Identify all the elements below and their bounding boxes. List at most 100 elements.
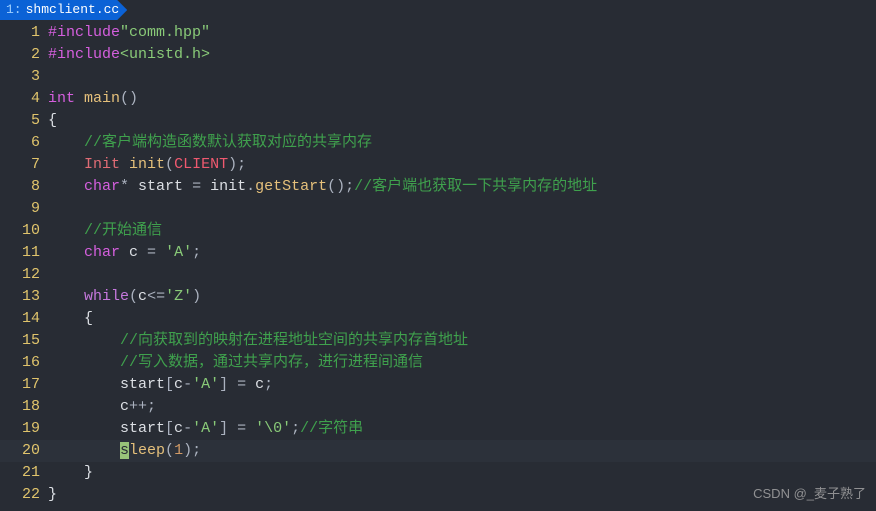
code-line[interactable]: 6 //客户端构造函数默认获取对应的共享内存 <box>0 132 876 154</box>
line-content[interactable]: } <box>48 484 876 506</box>
code-token: - <box>183 420 192 437</box>
line-number: 15 <box>0 330 48 352</box>
code-token: { <box>48 310 93 327</box>
line-content[interactable]: { <box>48 110 876 132</box>
code-token: 1 <box>174 442 183 459</box>
code-line[interactable]: 16 //写入数据，通过共享内存，进行进程间通信 <box>0 352 876 374</box>
line-content[interactable]: c++; <box>48 396 876 418</box>
line-content[interactable]: sleep(1); <box>48 440 876 462</box>
code-token <box>48 288 84 305</box>
line-number: 19 <box>0 418 48 440</box>
code-line[interactable]: 8 char* start = init.getStart();//客户端也获取… <box>0 176 876 198</box>
code-token <box>48 134 84 151</box>
code-token: CLIENT <box>174 156 228 173</box>
code-token: 'A' <box>165 244 192 261</box>
code-token: ] = <box>219 376 255 393</box>
code-token: ++; <box>129 398 156 415</box>
code-line[interactable]: 11 char c = 'A'; <box>0 242 876 264</box>
code-line[interactable]: 12 <box>0 264 876 286</box>
code-token: c <box>138 288 147 305</box>
code-line[interactable]: 2#include<unistd.h> <box>0 44 876 66</box>
watermark-text: CSDN @_麦子熟了 <box>753 483 866 505</box>
code-token: start <box>138 178 183 195</box>
line-content[interactable]: char* start = init.getStart();//客户端也获取一下… <box>48 176 876 198</box>
code-token <box>48 156 84 173</box>
line-content[interactable]: int main() <box>48 88 876 110</box>
code-token: #include <box>48 46 120 63</box>
code-token: init <box>210 178 246 195</box>
line-content[interactable]: { <box>48 308 876 330</box>
code-line[interactable]: 21 } <box>0 462 876 484</box>
code-token: (); <box>327 178 354 195</box>
line-number: 3 <box>0 66 48 88</box>
code-token: "comm.hpp" <box>120 24 210 41</box>
line-content[interactable]: while(c<='Z') <box>48 286 876 308</box>
code-area[interactable]: 1#include"comm.hpp"2#include<unistd.h>34… <box>0 22 876 511</box>
line-content[interactable]: #include<unistd.h> <box>48 44 876 66</box>
code-token: [ <box>165 420 174 437</box>
line-number: 13 <box>0 286 48 308</box>
code-line[interactable]: 3 <box>0 66 876 88</box>
code-token: ) <box>192 288 201 305</box>
code-line[interactable]: 7 Init init(CLIENT); <box>0 154 876 176</box>
code-line[interactable]: 15 //向获取到的映射在进程地址空间的共享内存首地址 <box>0 330 876 352</box>
code-token: } <box>48 486 57 503</box>
code-token: char <box>84 178 120 195</box>
code-line[interactable]: 18 c++; <box>0 396 876 418</box>
code-line[interactable]: 13 while(c<='Z') <box>0 286 876 308</box>
code-token: = <box>183 178 210 195</box>
code-line[interactable]: 20 sleep(1); <box>0 440 876 462</box>
line-content[interactable]: //写入数据，通过共享内存，进行进程间通信 <box>48 352 876 374</box>
line-number: 21 <box>0 462 48 484</box>
code-token: s <box>120 442 129 459</box>
code-line[interactable]: 22} <box>0 484 876 506</box>
code-token: c <box>129 244 138 261</box>
code-token <box>48 398 120 415</box>
line-content[interactable]: #include"comm.hpp" <box>48 22 876 44</box>
code-token: ] = <box>219 420 255 437</box>
line-number: 16 <box>0 352 48 374</box>
line-content[interactable]: } <box>48 462 876 484</box>
code-token: c <box>174 420 183 437</box>
line-content[interactable]: //向获取到的映射在进程地址空间的共享内存首地址 <box>48 330 876 352</box>
code-line[interactable]: 9 <box>0 198 876 220</box>
code-token: 'A' <box>192 376 219 393</box>
line-content[interactable]: start[c-'A'] = c; <box>48 374 876 396</box>
line-number: 8 <box>0 176 48 198</box>
code-token: c <box>120 398 129 415</box>
code-token: } <box>48 464 93 481</box>
code-line[interactable]: 10 //开始通信 <box>0 220 876 242</box>
line-number: 5 <box>0 110 48 132</box>
line-number: 11 <box>0 242 48 264</box>
line-content[interactable]: //客户端构造函数默认获取对应的共享内存 <box>48 132 876 154</box>
code-token: char <box>84 244 129 261</box>
code-line[interactable]: 19 start[c-'A'] = '\0';//字符串 <box>0 418 876 440</box>
code-editor[interactable]: 1: shmclient.cc 1#include"comm.hpp"2#inc… <box>0 0 876 511</box>
code-token: ); <box>228 156 246 173</box>
code-line[interactable]: 1#include"comm.hpp" <box>0 22 876 44</box>
code-token: ( <box>165 156 174 173</box>
code-token <box>48 332 120 349</box>
code-line[interactable]: 4int main() <box>0 88 876 110</box>
code-line[interactable]: 5{ <box>0 110 876 132</box>
code-token: //字符串 <box>300 420 363 437</box>
line-content[interactable]: start[c-'A'] = '\0';//字符串 <box>48 418 876 440</box>
tab-filename: shmclient.cc <box>26 0 120 21</box>
code-token: ( <box>165 442 174 459</box>
code-token: start <box>120 376 165 393</box>
code-token: . <box>246 178 255 195</box>
code-token: //写入数据，通过共享内存，进行进程间通信 <box>120 354 423 371</box>
code-line[interactable]: 14 { <box>0 308 876 330</box>
code-token: int <box>48 90 84 107</box>
file-tab[interactable]: 1: shmclient.cc <box>0 0 127 20</box>
line-number: 7 <box>0 154 48 176</box>
line-content[interactable]: char c = 'A'; <box>48 242 876 264</box>
code-token: start <box>120 420 165 437</box>
line-content[interactable]: Init init(CLIENT); <box>48 154 876 176</box>
line-content[interactable]: //开始通信 <box>48 220 876 242</box>
code-token: main <box>84 90 120 107</box>
code-token: c <box>255 376 264 393</box>
code-line[interactable]: 17 start[c-'A'] = c; <box>0 374 876 396</box>
code-token: ; <box>192 244 201 261</box>
line-number: 20 <box>0 440 48 462</box>
